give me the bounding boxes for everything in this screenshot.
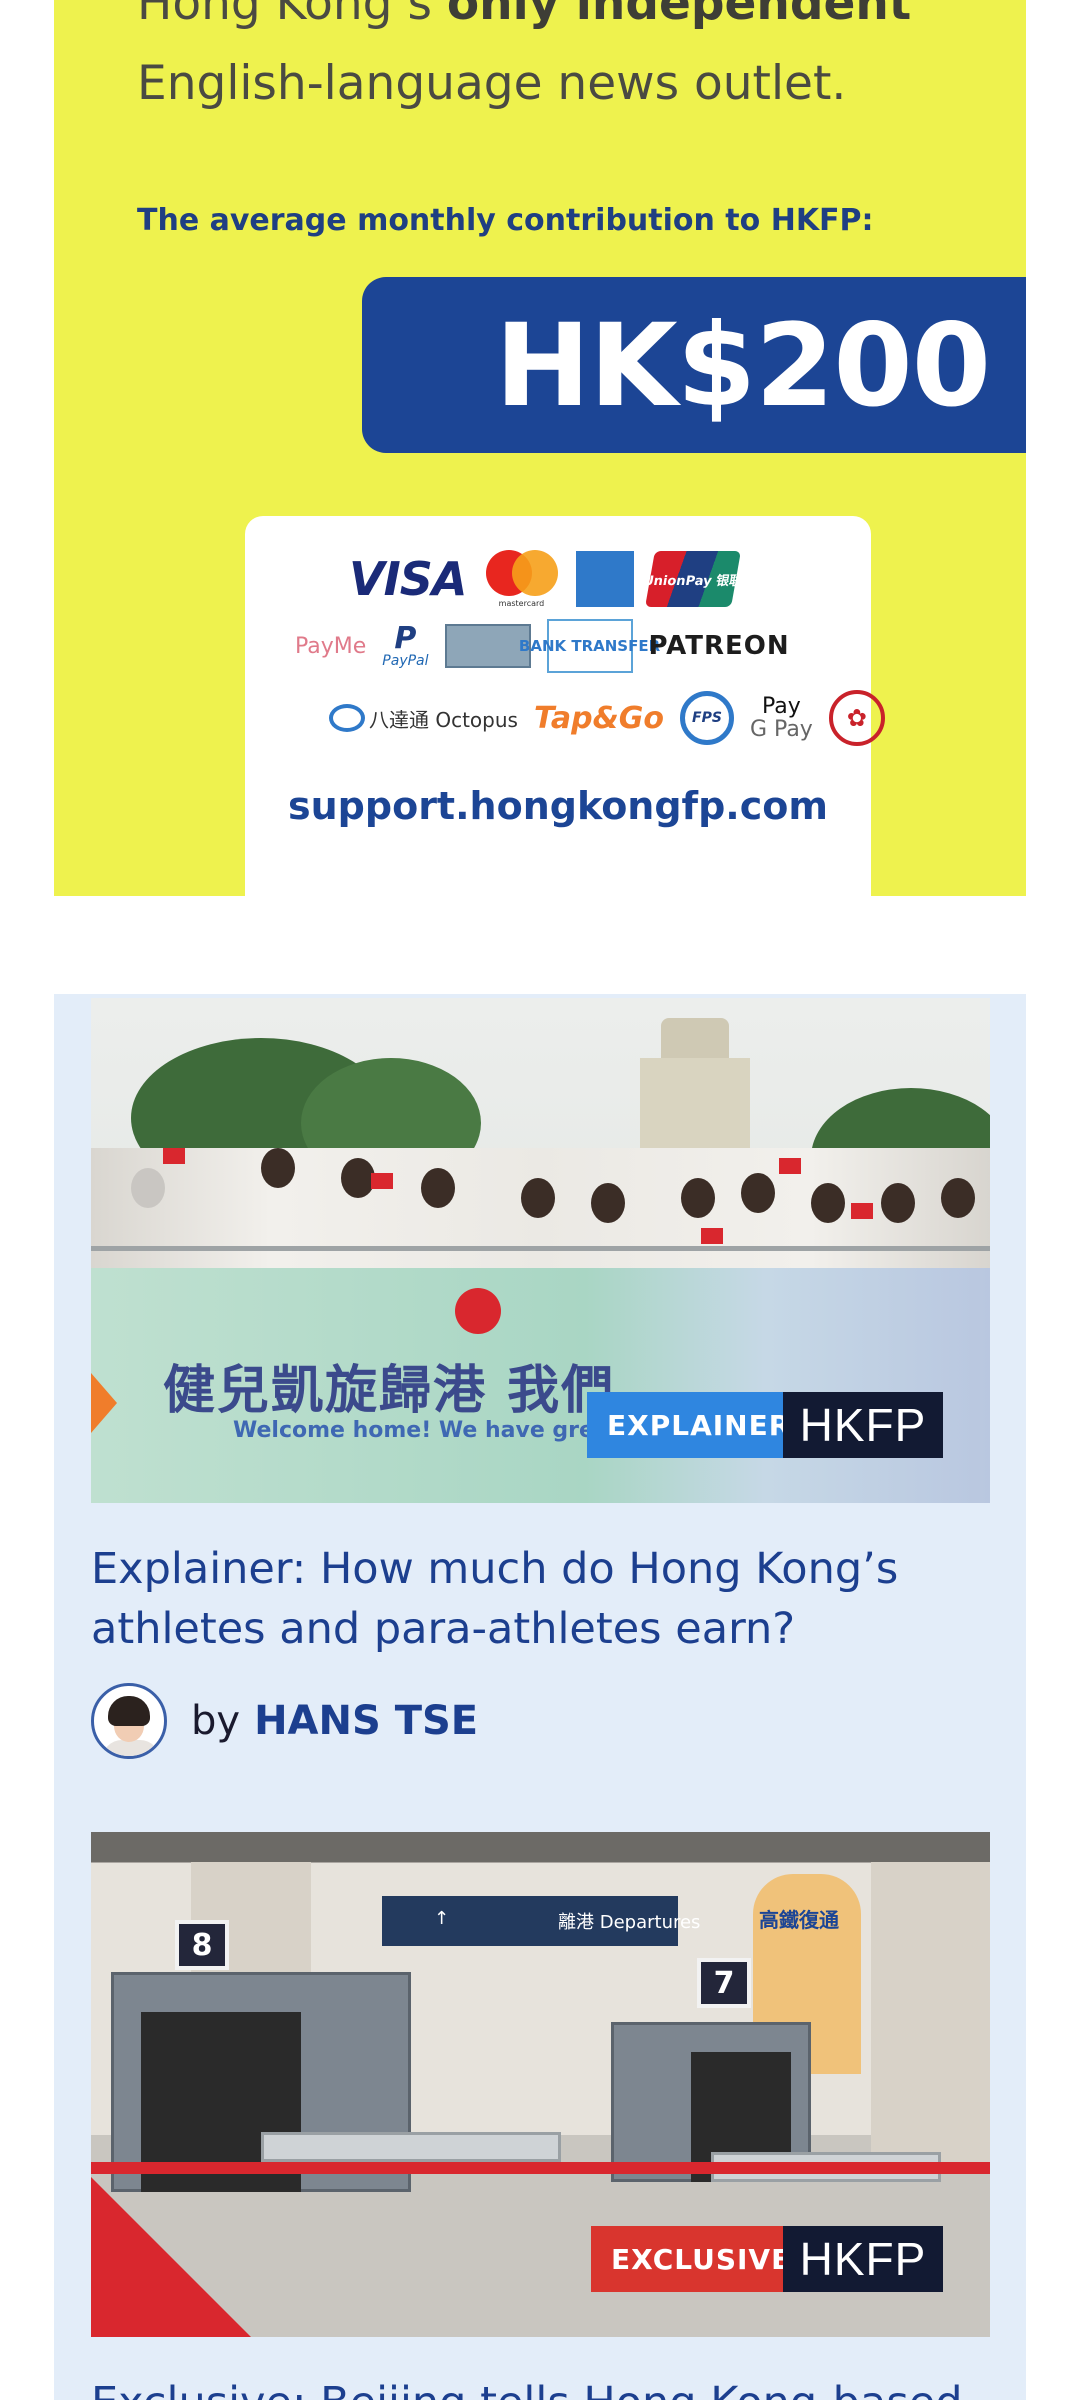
- payment-logos-row-3: 八達通 Octopus Tap&Go FPS Pay G Pay ✿: [329, 690, 885, 746]
- bank-transfer-logo: BANK TRANSFER: [519, 619, 660, 673]
- article-card[interactable]: ↑ 離港 Departures 8 7 高鐵復通 EXCLUSIVE HKFP …: [91, 1832, 990, 2400]
- exclusive-tag: EXCLUSIVE: [591, 2226, 812, 2292]
- article-title[interactable]: Exclusive: Beijing tells Hong Kong-based: [91, 2373, 990, 2400]
- article-card[interactable]: 健兒凱旋歸港 我們 Welcome home! We have great pr…: [91, 998, 990, 1759]
- banner-headline-line2: English-language news outlet.: [137, 56, 847, 111]
- article-thumbnail[interactable]: ↑ 離港 Departures 8 7 高鐵復通 EXCLUSIVE HKFP: [91, 1832, 990, 2337]
- hkfp-logo: HKFP: [783, 2226, 943, 2292]
- apple-pay-label: Pay: [762, 693, 801, 719]
- support-url[interactable]: support.hongkongfp.com: [245, 784, 871, 828]
- image-banner-chinese-text: 健兒凱旋歸港 我們: [163, 1361, 616, 1421]
- mastercard-logo: mastercard: [482, 550, 560, 608]
- explainer-tag: EXPLAINER: [587, 1392, 812, 1458]
- amex-logo: [576, 551, 635, 607]
- average-contribution-label: The average monthly contribution to HKFP…: [137, 203, 874, 238]
- article-title[interactable]: Explainer: How much do Hong Kong’s athle…: [91, 1539, 990, 1659]
- apple-google-pay-logo: Pay G Pay: [750, 695, 813, 741]
- patreon-logo: PATREON: [648, 631, 790, 661]
- fps-logo: FPS: [680, 691, 734, 745]
- paypal-logo: P PayPal: [382, 621, 429, 669]
- payme-logo: PayMe: [295, 633, 367, 659]
- payment-methods-card: VISA mastercard UnionPay 银联 PayMe P PayP…: [245, 516, 885, 896]
- hkfp-logo: HKFP: [783, 1392, 943, 1458]
- author-name-link[interactable]: HANS TSE: [254, 1698, 478, 1744]
- google-pay-label: G Pay: [750, 717, 813, 742]
- contribution-amount-pill: HK$200: [362, 277, 1026, 453]
- banner-headline-line1: Hong Kong’s only independent: [137, 0, 911, 31]
- article-list: 健兒凱旋歸港 我們 Welcome home! We have great pr…: [54, 994, 1026, 2400]
- article-thumbnail[interactable]: 健兒凱旋歸港 我們 Welcome home! We have great pr…: [91, 998, 990, 1503]
- gate-number-right: 7: [697, 1958, 751, 2008]
- donation-banner[interactable]: Hong Kong’s only independent English-lan…: [54, 0, 1026, 896]
- departures-sign: ↑ 離港 Departures: [382, 1896, 700, 1946]
- tapgo-logo: Tap&Go: [533, 700, 664, 736]
- seal-icon: ✿: [828, 690, 885, 746]
- byline: by HANS TSE: [91, 1683, 990, 1759]
- visa-logo: VISA: [349, 552, 467, 606]
- payment-logos-row-2: PayMe P PayPal BANK TRANSFER PATREON: [295, 619, 790, 673]
- contribution-amount: HK$200: [495, 299, 991, 432]
- author-avatar[interactable]: [91, 1683, 167, 1759]
- cheque-icon: [444, 624, 531, 668]
- octopus-logo: 八達通 Octopus: [329, 704, 518, 733]
- gate-number-left: 8: [175, 1920, 229, 1970]
- unionpay-logo: UnionPay 银联: [642, 551, 744, 607]
- byline-text: by HANS TSE: [191, 1698, 479, 1744]
- payment-logos-row-1: VISA mastercard UnionPay 银联: [349, 550, 744, 608]
- banner-headline-bold: only independent: [446, 0, 912, 31]
